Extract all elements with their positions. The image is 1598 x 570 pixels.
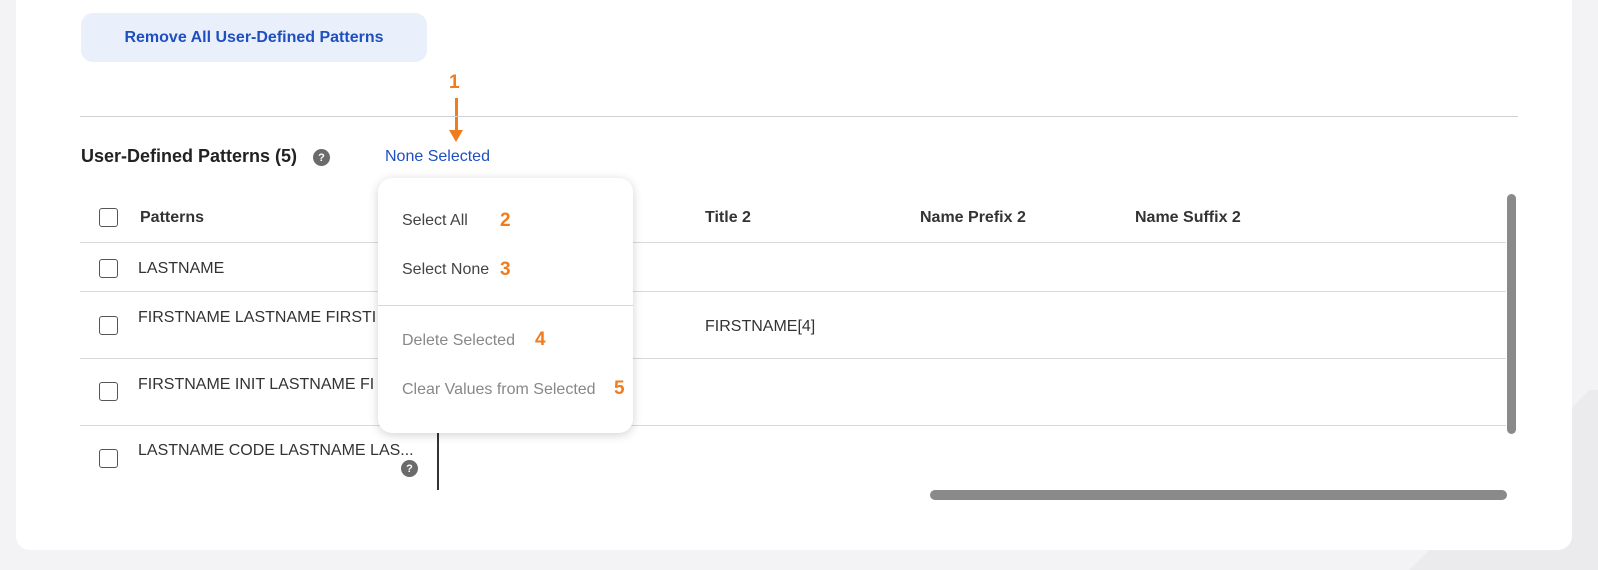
remove-all-patterns-button[interactable]: Remove All User-Defined Patterns [81,13,427,62]
column-header-title-2[interactable]: Title 2 [705,209,751,227]
annotation-arrow-line [455,98,458,132]
select-all-checkbox[interactable] [99,208,118,227]
horizontal-scrollbar[interactable] [930,490,1507,500]
annotation-1: 1 [449,72,460,93]
column-header-name-prefix-2[interactable]: Name Prefix 2 [920,209,1026,227]
annotation-2: 2 [500,210,511,231]
column-header-name-suffix-2[interactable]: Name Suffix 2 [1135,209,1241,227]
title2-cell[interactable]: FIRSTNAME[4] [705,318,815,336]
menu-divider [378,305,633,306]
annotation-arrow-head [449,130,463,142]
section-title: User-Defined Patterns (5) [81,146,298,166]
help-icon[interactable]: ? [313,149,330,166]
row-checkbox[interactable] [99,316,118,335]
row-checkbox[interactable] [99,449,118,468]
menu-item-select-all[interactable]: Select All [402,212,468,230]
annotation-3: 3 [500,259,511,280]
pattern-cell[interactable]: FIRSTNAME LASTNAME FIRSTI [138,309,376,327]
selection-menu: Select All 2 Select None 3 Delete Select… [378,178,633,433]
help-icon[interactable]: ? [401,460,418,477]
section-divider [80,116,1518,117]
content-card [16,0,1572,550]
row-divider [80,425,1506,426]
selection-dropdown-toggle[interactable]: None Selected [385,148,490,166]
row-checkbox[interactable] [99,382,118,401]
annotation-5: 5 [614,378,625,399]
row-divider [80,291,1506,292]
column-header-patterns[interactable]: Patterns [140,209,204,227]
pattern-cell[interactable]: FIRSTNAME INIT LASTNAME FI [138,376,374,394]
menu-item-clear-values[interactable]: Clear Values from Selected [402,381,596,399]
menu-item-delete-selected[interactable]: Delete Selected [402,332,515,350]
annotation-4: 4 [535,329,546,350]
menu-item-select-none[interactable]: Select None [402,261,489,279]
pattern-cell[interactable]: LASTNAME CODE LASTNAME LAS... [138,442,414,460]
row-checkbox[interactable] [99,259,118,278]
pattern-cell[interactable]: LASTNAME [138,260,224,278]
vertical-scrollbar[interactable] [1507,194,1516,434]
row-divider [80,358,1506,359]
row-divider [80,242,1506,243]
column-resize-handle[interactable] [437,430,439,490]
